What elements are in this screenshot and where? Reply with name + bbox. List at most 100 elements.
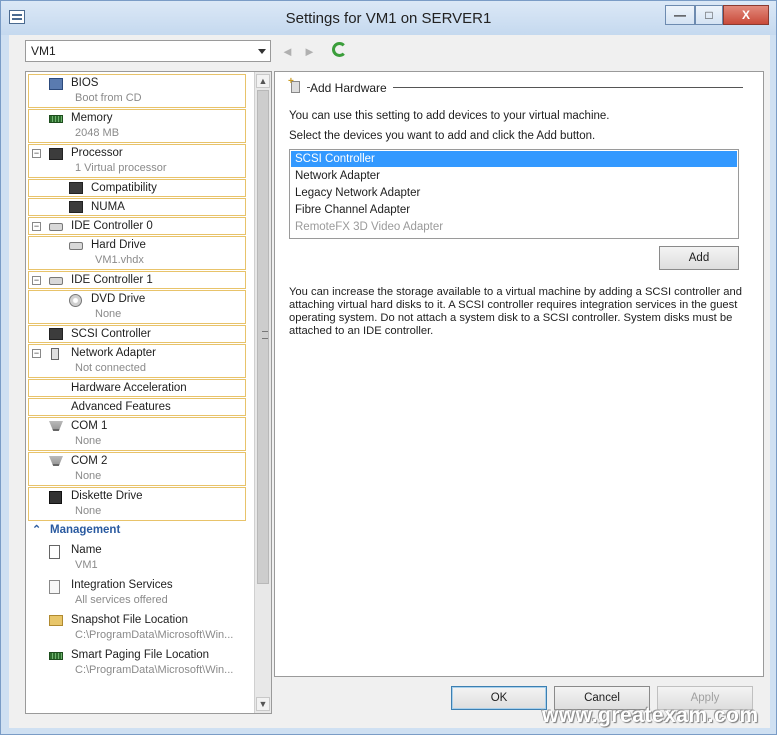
- com-port-icon: [49, 421, 63, 431]
- tree-item-label: Integration Services: [71, 579, 173, 591]
- tree-item-label: BIOS: [71, 77, 99, 89]
- add-hardware-icon: +: [288, 77, 302, 94]
- device-list[interactable]: SCSI Controller Network Adapter Legacy N…: [289, 149, 739, 239]
- tree-item-label: NUMA: [91, 201, 125, 213]
- tree-item-label: Advanced Features: [71, 401, 171, 413]
- tree-item-label: COM 2: [71, 455, 108, 467]
- tree-item-integration-services[interactable]: Integration Services All services offere…: [28, 576, 246, 610]
- tree-item-detail: 2048 MB: [75, 127, 120, 139]
- tree-scrollbar[interactable]: ▲ ▼: [254, 72, 271, 713]
- tree-item-detail: None: [75, 435, 102, 447]
- tree-item-detail: C:\ProgramData\Microsoft\Win...: [75, 664, 234, 676]
- tree-item-detail: VM1: [75, 559, 98, 571]
- intro-text: You can use this setting to add devices …: [289, 110, 610, 122]
- tree-item-numa[interactable]: NUMA: [28, 198, 246, 216]
- processor-icon: [69, 201, 83, 213]
- tree-item-ide-controller-0[interactable]: − IDE Controller 0: [28, 217, 246, 235]
- tree-item-hardware-acceleration[interactable]: Hardware Acceleration: [28, 379, 246, 397]
- name-field-icon: [49, 545, 60, 559]
- floppy-disk-icon: [49, 491, 62, 504]
- window-title: Settings for VM1 on SERVER1: [285, 10, 492, 27]
- bios-icon: [49, 78, 63, 90]
- tree-item-dvd-drive[interactable]: DVD Drive None: [28, 290, 246, 324]
- collapse-icon[interactable]: −: [32, 349, 41, 358]
- tree-item-detail: Not connected: [75, 362, 146, 374]
- collapse-icon[interactable]: −: [32, 149, 41, 158]
- client-area: VM1 ◄ ► BIOS Boot from CD Memory 2048 MB: [9, 35, 770, 728]
- tree-item-label: DVD Drive: [91, 293, 146, 305]
- tree-item-detail: None: [95, 308, 122, 320]
- tree-item-scsi-controller[interactable]: SCSI Controller: [28, 325, 246, 343]
- scrollbar-thumb[interactable]: [257, 90, 269, 584]
- device-option[interactable]: Legacy Network Adapter: [291, 185, 737, 201]
- watermark-text: www.greatexam.com: [542, 704, 759, 727]
- tree-item-processor[interactable]: − Processor 1 Virtual processor: [28, 144, 246, 178]
- tree-item-label: Network Adapter: [71, 347, 157, 359]
- minimize-button[interactable]: —: [665, 5, 695, 25]
- collapse-icon[interactable]: −: [32, 276, 41, 285]
- tree-item-name[interactable]: Name VM1: [28, 541, 246, 575]
- tree-item-detail: All services offered: [75, 594, 168, 606]
- tree-item-label: IDE Controller 1: [71, 274, 153, 286]
- tree-item-smart-paging-file-location[interactable]: Smart Paging File Location C:\ProgramDat…: [28, 646, 246, 680]
- tree-item-snapshot-file-location[interactable]: Snapshot File Location C:\ProgramData\Mi…: [28, 611, 246, 645]
- section-title: Add Hardware: [310, 81, 393, 95]
- paging-file-icon: [49, 652, 63, 660]
- tree-item-label: Hardware Acceleration: [71, 382, 187, 394]
- forward-arrow-icon[interactable]: ►: [303, 44, 316, 59]
- device-option[interactable]: Network Adapter: [291, 168, 737, 184]
- close-button[interactable]: X: [723, 5, 769, 25]
- grip-icon: [262, 331, 268, 339]
- chevron-down-icon: [258, 49, 266, 54]
- tree-item-label: IDE Controller 0: [71, 220, 153, 232]
- tree-item-hard-drive[interactable]: Hard Drive VM1.vhdx: [28, 236, 246, 270]
- instruction-text: Select the devices you want to add and c…: [289, 130, 596, 142]
- tree-item-com2[interactable]: COM 2 None: [28, 452, 246, 486]
- title-bar[interactable]: Settings for VM1 on SERVER1 — □ X: [1, 1, 776, 35]
- vm-dropdown-value: VM1: [31, 44, 56, 58]
- processor-icon: [69, 182, 83, 194]
- hardware-tree-panel: BIOS Boot from CD Memory 2048 MB − Proce…: [25, 71, 272, 714]
- tree-item-label: COM 1: [71, 420, 108, 432]
- tree-item-label: Snapshot File Location: [71, 614, 188, 626]
- collapse-icon[interactable]: −: [32, 222, 41, 231]
- tree-item-detail: 1 Virtual processor: [75, 162, 167, 174]
- network-adapter-icon: [51, 348, 59, 360]
- tree-item-compatibility[interactable]: Compatibility: [28, 179, 246, 197]
- tree-item-bios[interactable]: BIOS Boot from CD: [28, 74, 246, 108]
- scroll-up-icon[interactable]: ▲: [256, 74, 270, 88]
- tree-item-memory[interactable]: Memory 2048 MB: [28, 109, 246, 143]
- tree-item-label: Diskette Drive: [71, 490, 143, 502]
- tree-item-detail: C:\ProgramData\Microsoft\Win...: [75, 629, 234, 641]
- tree-item-label: Name: [71, 544, 102, 556]
- tree-item-advanced-features[interactable]: Advanced Features: [28, 398, 246, 416]
- tree-item-network-adapter[interactable]: − Network Adapter Not connected: [28, 344, 246, 378]
- integration-services-icon: [49, 580, 60, 594]
- scsi-controller-icon: [49, 328, 63, 340]
- vm-dropdown[interactable]: VM1: [25, 40, 271, 62]
- chevron-up-icon: ⌃: [32, 524, 42, 536]
- device-option[interactable]: Fibre Channel Adapter: [291, 202, 737, 218]
- com-port-icon: [49, 456, 63, 466]
- tree-item-detail: None: [75, 470, 102, 482]
- snapshot-folder-icon: [49, 615, 63, 626]
- management-section-header[interactable]: ⌃ Management: [28, 522, 246, 540]
- tree-item-diskette-drive[interactable]: Diskette Drive None: [28, 487, 246, 521]
- controller-icon: [49, 277, 63, 285]
- scroll-down-icon[interactable]: ▼: [256, 697, 270, 711]
- tree-item-com1[interactable]: COM 1 None: [28, 417, 246, 451]
- refresh-icon[interactable]: [332, 42, 347, 57]
- tree-item-label: Smart Paging File Location: [71, 649, 210, 661]
- tree-item-ide-controller-1[interactable]: − IDE Controller 1: [28, 271, 246, 289]
- tree-item-label: Processor: [71, 147, 123, 159]
- processor-icon: [49, 148, 63, 160]
- tree-item-detail: Boot from CD: [75, 92, 142, 104]
- tree-item-label: SCSI Controller: [71, 328, 151, 340]
- device-option[interactable]: SCSI Controller: [291, 151, 737, 167]
- ok-button[interactable]: OK: [451, 686, 547, 710]
- section-label: Management: [50, 524, 121, 536]
- add-button[interactable]: Add: [659, 246, 739, 270]
- dvd-icon: [69, 294, 82, 307]
- back-arrow-icon[interactable]: ◄: [281, 44, 294, 59]
- maximize-button[interactable]: □: [695, 5, 723, 25]
